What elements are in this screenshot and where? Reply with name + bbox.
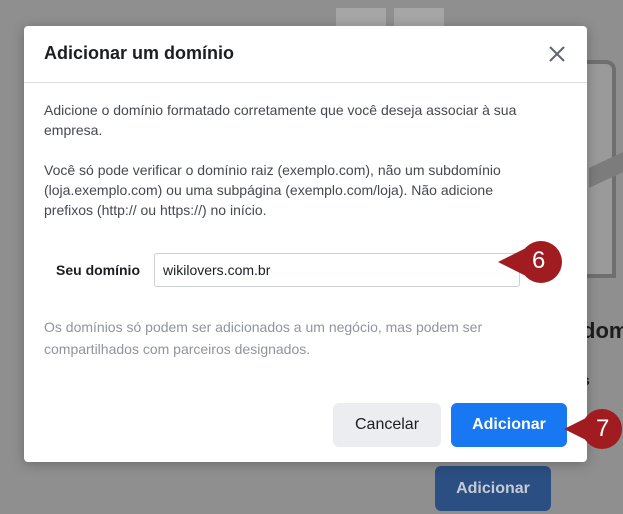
domain-input[interactable] <box>154 253 520 287</box>
annotation-number-7: 7 <box>596 415 610 442</box>
close-icon <box>549 46 565 62</box>
dialog-title: Adicionar um domínio <box>44 43 235 63</box>
dialog-header: Adicionar um domínio <box>24 26 587 83</box>
close-button[interactable] <box>545 42 569 66</box>
dialog-body: Adicione o domínio formatado corretament… <box>44 100 544 240</box>
instructions-text: Você só pode verificar o domínio raiz (e… <box>44 162 501 218</box>
domain-field-label: Seu domínio <box>56 262 140 278</box>
annotation-number-6: 6 <box>532 247 546 274</box>
annotation-marker-7 <box>564 409 622 449</box>
background-heading: dom <box>582 318 623 343</box>
intro-text: Adicione o domínio formatado corretament… <box>44 102 517 138</box>
add-button[interactable]: Adicionar <box>451 403 567 447</box>
background-add-button: Adicionar <box>435 466 551 511</box>
domain-field-row: Seu domínio <box>56 252 520 288</box>
cancel-button[interactable]: Cancelar <box>333 403 441 447</box>
note-text: Os domínios só podem ser adicionados a u… <box>44 319 483 357</box>
